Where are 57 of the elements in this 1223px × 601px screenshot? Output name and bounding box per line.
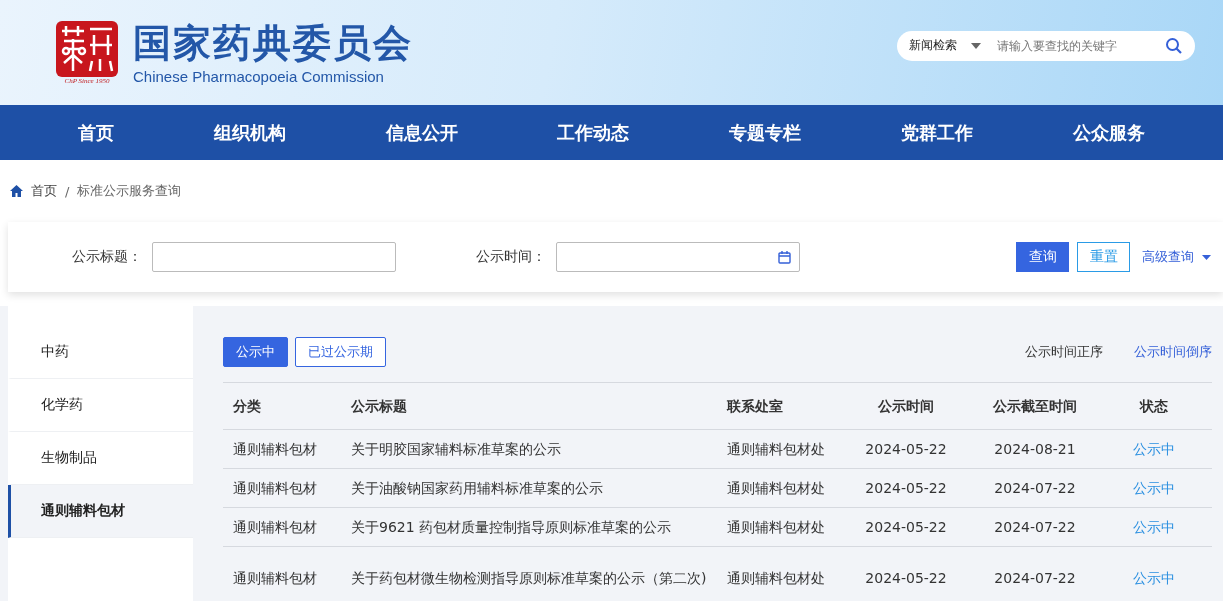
table-cell[interactable]: 关于药包材微生物检测指导原则标准草案的公示（第二次) xyxy=(341,566,717,589)
table-cell[interactable]: 关于9621 药包材质量控制指导原则标准草案的公示 xyxy=(341,516,717,538)
breadcrumb-text: 标准公示服务查询 xyxy=(77,182,182,200)
home-icon xyxy=(10,185,23,197)
nav-link[interactable]: 专题专栏 xyxy=(729,120,802,145)
column-header: 联系处室 xyxy=(725,397,784,416)
nav-link[interactable]: 组织机构 xyxy=(213,120,286,145)
column-header: 状态 xyxy=(1138,397,1169,416)
column-header: 公示标题 xyxy=(350,397,408,416)
search-icon[interactable] xyxy=(1165,36,1183,55)
table-cell-text: 通则辅料包材处 xyxy=(726,568,826,588)
table-cell-text: 2024-07-22 xyxy=(993,518,1077,537)
table-cell-text: 2024-05-22 xyxy=(864,568,948,588)
tab[interactable]: 公示中 xyxy=(223,337,288,367)
nav-link[interactable]: 信息公开 xyxy=(385,120,458,145)
column-header: 分类 xyxy=(232,397,262,416)
table-cell-text: 2024-07-22 xyxy=(993,568,1077,588)
title-input-field[interactable] xyxy=(152,242,396,272)
table-cell-text: 2024-05-22 xyxy=(864,518,948,537)
breadcrumb-text: / xyxy=(65,183,70,199)
table-cell-text: 2024-07-22 xyxy=(993,479,1077,498)
table-cell-text: 通则辅料包材处 xyxy=(726,440,826,459)
seal-logo-drawing xyxy=(56,20,118,77)
tab[interactable]: 已过公示期 xyxy=(295,337,386,367)
table-cell-text: 通则辅料包材处 xyxy=(726,518,826,537)
sort-link[interactable]: 公示时间倒序 xyxy=(1134,343,1212,361)
search-bar[interactable]: 新闻检索 请输入要查找的关键字 xyxy=(897,30,1195,61)
column-header: 公示时间 xyxy=(877,397,935,416)
search-scope-dropdown[interactable]: 新闻检索 xyxy=(909,37,957,54)
breadcrumb-link[interactable]: 首页 xyxy=(31,182,57,200)
field-label: 公示标题： xyxy=(72,248,142,266)
table-cell-text: 通则辅料包材 xyxy=(232,518,318,537)
caret-icon[interactable] xyxy=(971,42,981,49)
table-cell-text: 2024-08-21 xyxy=(993,440,1077,459)
site-title: 国家药典委员会 xyxy=(133,20,413,66)
nav-link[interactable]: 工作动态 xyxy=(557,120,630,145)
sidebar-item[interactable]: 通则辅料包材 xyxy=(8,485,193,538)
table-cell[interactable]: 关于油酸钠国家药用辅料标准草案的公示 xyxy=(341,477,717,499)
nav-link[interactable]: 公众服务 xyxy=(1073,120,1145,145)
table-cell-text: 2024-05-22 xyxy=(864,479,948,498)
table-cell[interactable]: 关于明胶国家辅料标准草案的公示 xyxy=(341,438,717,460)
table-cell-text: 通则辅料包材处 xyxy=(726,479,826,498)
table-cell-text: 通则辅料包材 xyxy=(232,440,318,459)
table-cell-text: 通则辅料包材 xyxy=(232,568,318,588)
table-cell-text: 通则辅料包材 xyxy=(232,479,318,498)
site-subtitle: Chinese Pharmacopoeia Commission xyxy=(133,68,385,85)
calendar-icon[interactable] xyxy=(778,250,791,264)
caret-icon[interactable] xyxy=(1202,254,1211,260)
search-button[interactable]: 查询 xyxy=(1016,242,1069,272)
date-input-field[interactable] xyxy=(556,242,800,272)
advanced-search-link[interactable]: 高级查询 xyxy=(1142,248,1211,266)
nav-link[interactable]: 党群工作 xyxy=(901,120,974,145)
sort-link[interactable]: 公示时间正序 xyxy=(1025,343,1103,361)
column-header: 公示截至时间 xyxy=(992,397,1078,416)
field-label: 公示时间： xyxy=(476,248,546,266)
nav-link[interactable]: 首页 xyxy=(77,120,114,145)
table-cell-text: 2024-05-22 xyxy=(864,440,948,459)
